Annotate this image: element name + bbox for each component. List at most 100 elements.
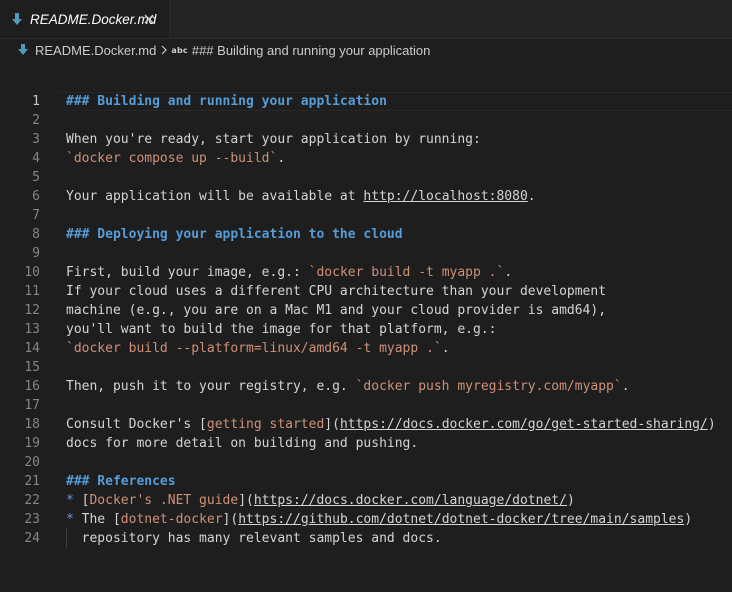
- inline-code: `docker build -t myapp .`: [308, 265, 505, 280]
- editor-line[interactable]: 21 ### References: [0, 472, 732, 491]
- editor-line[interactable]: 19 docs for more detail on building and p…: [0, 434, 732, 453]
- line-content: ### Deploying your application to the cl…: [66, 225, 403, 244]
- editor-line[interactable]: 12 machine (e.g., you are on a Mac M1 and…: [0, 301, 732, 320]
- text-segment: .: [504, 265, 513, 280]
- line-number: 3: [32, 132, 40, 147]
- link-text: dotnet-docker: [120, 512, 223, 527]
- line-number: 21: [24, 474, 40, 489]
- line-content: * The [dotnet-docker](https://github.com…: [66, 510, 692, 529]
- text-segment: you'll want to build the image for that …: [66, 322, 497, 337]
- editor-line[interactable]: 18 Consult Docker's [getting started](htt…: [0, 415, 732, 434]
- text-segment: repository has many relevant samples and…: [66, 531, 442, 546]
- editor-line[interactable]: 16 Then, push it to your registry, e.g. `…: [0, 377, 732, 396]
- line-number: 17: [24, 398, 40, 413]
- line-number: 9: [32, 246, 40, 261]
- line-number: 8: [32, 227, 40, 242]
- line-number: 10: [24, 265, 40, 280]
- line-content: First, build your image, e.g.: `docker b…: [66, 263, 512, 282]
- inline-code: `docker push myregistry.com/myapp`: [355, 379, 622, 394]
- line-number: 11: [24, 284, 40, 299]
- line-number: 14: [24, 341, 40, 356]
- editor-line[interactable]: 1 ### Building and running your applicati…: [0, 92, 732, 111]
- line-number: 16: [24, 379, 40, 394]
- text-segment: .: [441, 341, 450, 356]
- link-text: Docker's .NET guide: [89, 493, 239, 508]
- line-number: 6: [32, 189, 40, 204]
- editor-line[interactable]: 7: [0, 206, 732, 225]
- text-segment: [: [73, 493, 90, 508]
- editor-line[interactable]: 17: [0, 396, 732, 415]
- download-arrow-icon: [10, 11, 24, 27]
- inline-code: `docker build --platform=linux/amd64 -t …: [66, 341, 442, 356]
- link-url[interactable]: https://github.com/dotnet/dotnet-docker/…: [238, 512, 684, 527]
- line-content: Your application will be available at ht…: [66, 187, 536, 206]
- editor-line[interactable]: 2: [0, 111, 732, 130]
- editor-line[interactable]: 6 Your application will be available at h…: [0, 187, 732, 206]
- editor-line[interactable]: 15: [0, 358, 732, 377]
- line-number: 23: [24, 512, 40, 527]
- line-content: machine (e.g., you are on a Mac M1 and y…: [66, 301, 606, 320]
- editor-line[interactable]: 4 `docker compose up --build`.: [0, 149, 732, 168]
- link-text: getting started: [206, 417, 325, 432]
- text-segment: When you're ready, start your applicatio…: [66, 132, 481, 147]
- line-number: 12: [24, 303, 40, 318]
- inline-code: `docker compose up --build`: [66, 151, 278, 166]
- line-number: 13: [24, 322, 40, 337]
- line-content: you'll want to build the image for that …: [66, 320, 496, 339]
- editor-line[interactable]: 3 When you're ready, start your applicati…: [0, 130, 732, 149]
- line-number: 19: [24, 436, 40, 451]
- line-content: `docker compose up --build`.: [66, 149, 285, 168]
- text-segment: ): [707, 417, 716, 432]
- line-number: 22: [24, 493, 40, 508]
- editor-line[interactable]: 10 First, build your image, e.g.: `docker…: [0, 263, 732, 282]
- editor-line[interactable]: 8 ### Deploying your application to the c…: [0, 225, 732, 244]
- editor-line[interactable]: 14 `docker build --platform=linux/amd64 -…: [0, 339, 732, 358]
- link-url[interactable]: https://docs.docker.com/go/get-started-s…: [340, 417, 708, 432]
- text-segment: .: [621, 379, 630, 394]
- line-number: 4: [32, 151, 40, 166]
- breadcrumb-symbol[interactable]: ### Building and running your applicatio…: [192, 43, 431, 58]
- editor-line[interactable]: 20: [0, 453, 732, 472]
- breadcrumb-file[interactable]: README.Docker.md: [35, 43, 156, 58]
- markdown-heading: ### References: [66, 474, 176, 489]
- text-segment: Consult Docker's [: [66, 417, 207, 432]
- string-symbol-icon: abc: [171, 45, 188, 55]
- file-download-icon: [18, 43, 28, 57]
- text-segment: ](: [222, 512, 239, 527]
- list-bullet: *: [66, 493, 74, 508]
- line-number: 20: [24, 455, 40, 470]
- editor-line[interactable]: 13 you'll want to build the image for tha…: [0, 320, 732, 339]
- text-segment: ): [684, 512, 693, 527]
- line-content: repository has many relevant samples and…: [66, 529, 442, 548]
- line-number: 5: [32, 170, 40, 185]
- tab-bar: README.Docker.md: [0, 0, 732, 39]
- link-url[interactable]: https://docs.docker.com/language/dotnet/: [254, 493, 567, 508]
- close-icon[interactable]: [141, 11, 157, 27]
- line-number: 15: [24, 360, 40, 375]
- editor-line[interactable]: 24 repository has many relevant samples …: [0, 529, 732, 548]
- line-content: `docker build --platform=linux/amd64 -t …: [66, 339, 450, 358]
- line-number: 1: [32, 94, 40, 109]
- line-number: 7: [32, 208, 40, 223]
- code-editor[interactable]: 1 ### Building and running your applicati…: [0, 90, 732, 592]
- editor-line[interactable]: 11 If your cloud uses a different CPU arc…: [0, 282, 732, 301]
- line-content: ### References: [66, 472, 176, 491]
- editor-line[interactable]: 9: [0, 244, 732, 263]
- line-content: Consult Docker's [getting started](https…: [66, 415, 716, 434]
- text-segment: machine (e.g., you are on a Mac M1 and y…: [66, 303, 607, 318]
- editor-tab[interactable]: README.Docker.md: [0, 0, 170, 38]
- link-url[interactable]: http://localhost:8080: [363, 189, 527, 204]
- markdown-heading: ### Building and running your applicatio…: [66, 94, 387, 109]
- text-segment: Your application will be available at: [66, 189, 364, 204]
- editor-line[interactable]: 22 * [Docker's .NET guide](https://docs.d…: [0, 491, 732, 510]
- text-segment: ](: [324, 417, 340, 432]
- line-content: Then, push it to your registry, e.g. `do…: [66, 377, 630, 396]
- chevron-right-icon: [161, 45, 168, 55]
- line-content: If your cloud uses a different CPU archi…: [66, 282, 606, 301]
- line-content: * [Docker's .NET guide](https://docs.doc…: [66, 491, 575, 510]
- text-segment: The [: [73, 512, 121, 527]
- text-segment: First, build your image, e.g.:: [66, 265, 309, 280]
- editor-line[interactable]: 23 * The [dotnet-docker](https://github.c…: [0, 510, 732, 529]
- line-content: docs for more detail on building and pus…: [66, 434, 418, 453]
- editor-line[interactable]: 5: [0, 168, 732, 187]
